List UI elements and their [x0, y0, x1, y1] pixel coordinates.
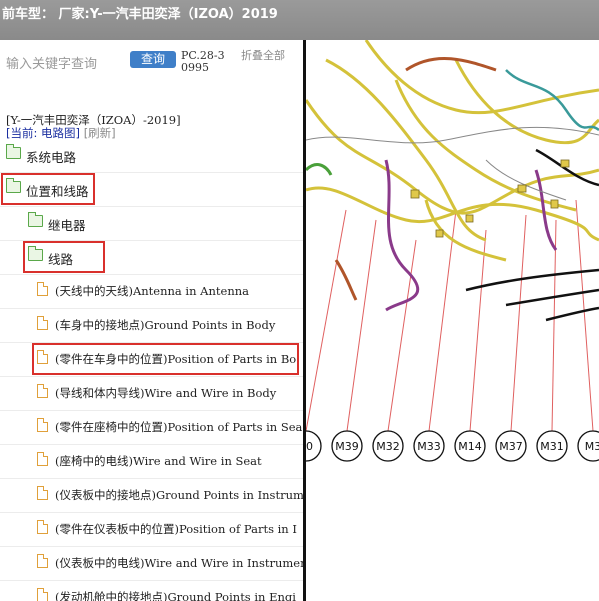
wiring-diagram-svg: 10 M39 M32 M33 M14 M37 M31 M3	[306, 40, 599, 462]
leader-line	[510, 214, 527, 432]
tree-item-label: 系统电路	[26, 150, 77, 165]
leader-line	[346, 219, 377, 432]
connector-label: M31	[540, 440, 564, 453]
tree-item[interactable]: (零件在座椅中的位置)Position of Parts in Sea	[0, 410, 303, 445]
connector-label: 10	[306, 440, 313, 453]
connector-label: M39	[335, 440, 359, 453]
tree-item-label: (发动机舱中的接地点)Ground Points in Engi	[55, 590, 296, 601]
title-bar: 前车型： 厂家:Y-一汽丰田奕泽（IZOA）2019	[0, 0, 599, 40]
connector-label: M33	[417, 440, 441, 453]
tree-item-label: (天线中的天线)Antenna in Antenna	[55, 284, 249, 298]
tree-item-label: (导线和体内导线)Wire and Wire in Body	[55, 386, 277, 400]
tree-item[interactable]: (天线中的天线)Antenna in Antenna	[0, 274, 303, 309]
tree-item-label: (车身中的接地点)Ground Points in Body	[55, 318, 276, 332]
tree-item-label: (零件在仪表板中的位置)Position of Parts in I	[55, 522, 297, 536]
tree-item[interactable]: (发动机舱中的接地点)Ground Points in Engi	[0, 580, 303, 601]
document-icon	[37, 282, 48, 296]
tree-folder[interactable]: 继电器	[0, 206, 303, 241]
document-icon	[37, 588, 48, 601]
document-icon	[37, 452, 48, 466]
leader-line	[469, 229, 487, 432]
highlight-box	[23, 241, 105, 273]
tree-item-label: 继电器	[48, 218, 86, 233]
tree-item-label: (仪表板中的电线)Wire and Wire in Instrumen	[55, 556, 303, 570]
leader-line	[306, 209, 347, 432]
tree-item[interactable]: (导线和体内导线)Wire and Wire in Body	[0, 376, 303, 411]
tree-item-label: (零件在座椅中的位置)Position of Parts in Sea	[55, 420, 303, 434]
folder-icon	[6, 144, 21, 159]
search-button[interactable]: 查询	[130, 51, 176, 68]
highlight-box	[1, 173, 95, 205]
window-title: 前车型： 厂家:Y-一汽丰田奕泽（IZOA）2019	[2, 7, 278, 22]
tree-item-label: (座椅中的电线)Wire and Wire in Seat	[55, 454, 262, 468]
wiring-diagram[interactable]: 10 M39 M32 M33 M14 M37 M31 M3	[306, 40, 599, 601]
tree-item-label: (仪表板中的接地点)Ground Points in Instrum	[55, 488, 303, 502]
document-icon	[37, 486, 48, 500]
highlight-box	[32, 343, 299, 375]
tree-item[interactable]: (车身中的接地点)Ground Points in Body	[0, 308, 303, 343]
document-icon	[37, 384, 48, 398]
document-icon	[37, 418, 48, 432]
leader-line	[428, 209, 457, 432]
tree-item[interactable]: (零件在仪表板中的位置)Position of Parts in I	[0, 512, 303, 547]
tree-item[interactable]: (仪表板中的接地点)Ground Points in Instrum	[0, 478, 303, 513]
collapse-all-button[interactable]: 折叠全部	[241, 50, 285, 62]
part-code: PC.28-30995	[181, 49, 225, 74]
search-input[interactable]: 输入关键字查询	[6, 53, 97, 72]
left-panel: 输入关键字查询 查询 PC.28-30995 折叠全部 [Y-一汽丰田奕泽（IZ…	[0, 40, 303, 601]
tree-item[interactable]: (座椅中的电线)Wire and Wire in Seat	[0, 444, 303, 479]
document-icon	[37, 520, 48, 534]
connector-label: M3	[585, 440, 599, 453]
tree-item[interactable]: (仪表板中的电线)Wire and Wire in Instrumen	[0, 546, 303, 581]
folder-icon	[28, 212, 43, 227]
leader-line	[551, 219, 557, 432]
connector-label: M14	[458, 440, 482, 453]
connector-label: M32	[376, 440, 400, 453]
connector-label: M37	[499, 440, 523, 453]
leader-line	[387, 239, 417, 432]
document-icon	[37, 554, 48, 568]
tree-folder[interactable]: 系统电路	[0, 138, 303, 173]
document-icon	[37, 316, 48, 330]
